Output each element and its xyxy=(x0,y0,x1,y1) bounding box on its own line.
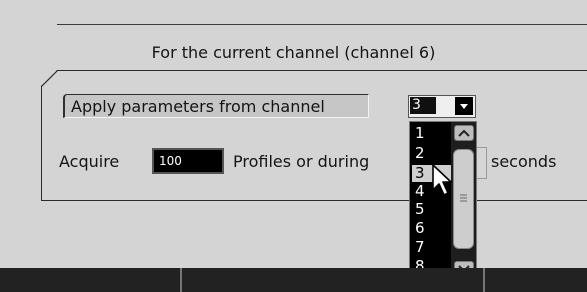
seconds-label: seconds xyxy=(491,152,557,171)
section-title: For the current channel (channel 6) xyxy=(151,43,436,62)
profiles-count-input[interactable]: 100 xyxy=(152,148,224,174)
group-box xyxy=(41,70,587,201)
dropdown-option[interactable]: 6 xyxy=(412,220,452,237)
dropdown-option[interactable]: 7 xyxy=(412,239,452,256)
dropdown-option[interactable]: 2 xyxy=(412,145,452,162)
chevron-down-icon[interactable] xyxy=(455,97,473,115)
channel-select-value[interactable]: 3 xyxy=(410,97,436,114)
dropdown-option[interactable]: 1 xyxy=(412,125,452,142)
mouse-pointer-icon xyxy=(432,164,452,196)
profiles-label: Profiles or during xyxy=(233,152,370,171)
bottom-divider xyxy=(180,268,182,292)
group-box-corner xyxy=(41,70,59,88)
apply-parameters-label: Apply parameters from channel xyxy=(63,94,369,118)
seconds-input[interactable] xyxy=(477,147,487,179)
chevron-up-icon[interactable] xyxy=(454,125,474,141)
top-separator xyxy=(57,24,587,25)
bottom-bar xyxy=(0,268,587,292)
acquire-label: Acquire xyxy=(59,152,120,171)
dropdown-option[interactable]: 5 xyxy=(412,201,452,218)
bottom-divider xyxy=(483,268,485,292)
dropdown-scrollbar[interactable] xyxy=(451,122,476,281)
